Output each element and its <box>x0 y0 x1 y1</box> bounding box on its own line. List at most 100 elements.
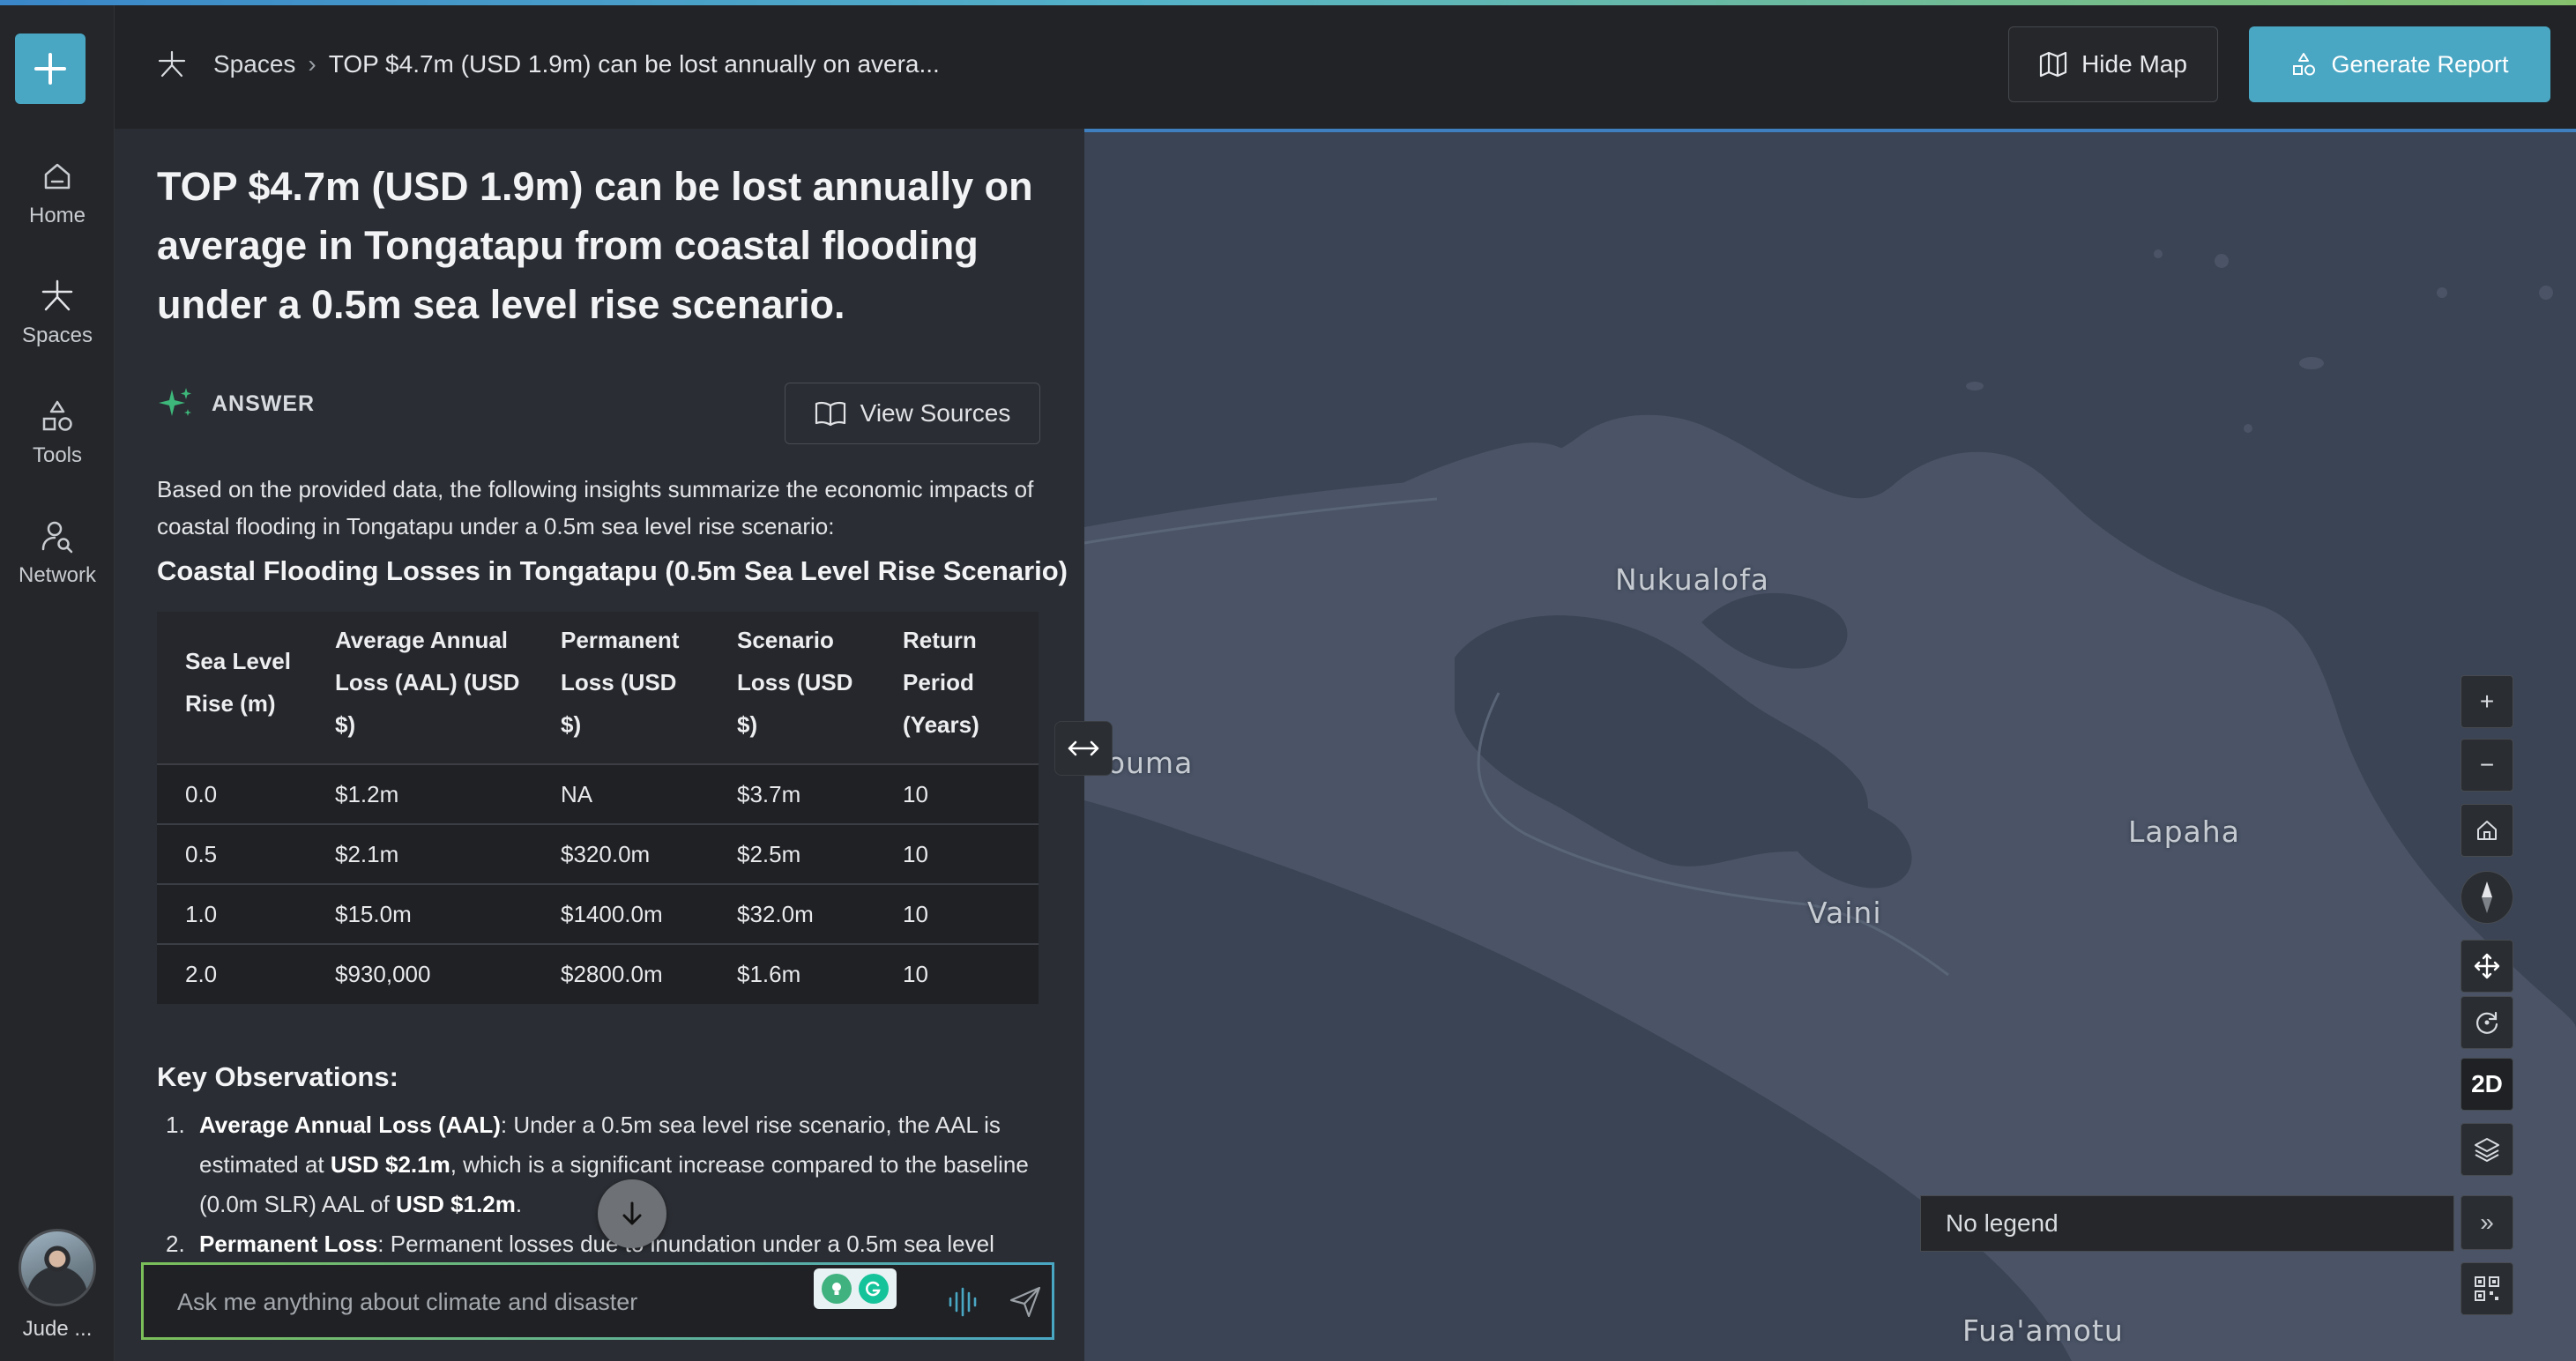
grammarly-icon[interactable] <box>859 1274 889 1304</box>
compass-icon <box>2482 881 2492 913</box>
voice-waveform-icon[interactable] <box>946 1284 979 1320</box>
column-header: Return Period (Years) <box>875 612 1039 764</box>
arrow-down-icon <box>622 1201 642 1225</box>
plus-icon <box>34 53 66 85</box>
shapes-icon <box>2293 53 2316 76</box>
question-title: TOP $4.7m (USD 1.9m) can be lost annuall… <box>157 164 1033 327</box>
hide-map-label: Hide Map <box>2081 50 2187 78</box>
sidebar-item-tools[interactable]: Tools <box>0 384 115 481</box>
sidebar-item-label: Tools <box>32 443 83 467</box>
legend-toggle-button[interactable]: » <box>2461 1195 2513 1250</box>
column-header: Sea Level Rise (m) <box>157 612 307 764</box>
chat-input[interactable]: Ask me anything about climate and disast… <box>177 1289 637 1316</box>
qr-code-button[interactable] <box>2461 1262 2513 1315</box>
sidebar-item-home[interactable]: Home <box>0 145 115 242</box>
map-icon <box>2039 51 2067 78</box>
table-cell: 2.0 <box>157 943 307 1004</box>
table-cell: $1.2m <box>307 763 532 824</box>
sidebar-item-label: Spaces <box>21 324 93 347</box>
table-cell: $3.7m <box>709 763 875 824</box>
user-name: Jude ... <box>22 1317 93 1341</box>
observation-text: : Permanent losses due to inundation und… <box>377 1231 994 1257</box>
home-icon <box>44 163 71 190</box>
panel-resize-handle[interactable] <box>1054 721 1113 776</box>
shapes-icon <box>42 400 72 431</box>
zoom-in-button[interactable]: + <box>2461 675 2513 728</box>
new-chat-button[interactable] <box>15 33 86 104</box>
rotate-icon <box>2475 1011 2498 1034</box>
table-cell: NA <box>532 763 709 824</box>
map-top-border <box>1084 129 2576 132</box>
book-icon <box>815 401 845 427</box>
asterisk-icon <box>41 279 73 311</box>
list-number: 1. <box>166 1112 185 1138</box>
answer-header: ANSWER <box>157 384 315 423</box>
table-cell: $930,000 <box>307 943 532 1004</box>
sidebar-item-network[interactable]: Network <box>0 504 115 601</box>
2d-mode-button[interactable]: 2D <box>2461 1058 2513 1111</box>
user-profile[interactable]: Jude ... <box>0 1229 115 1361</box>
table-cell: 10 <box>875 943 1039 1004</box>
map-label-lapaha: Lapaha <box>2128 814 2240 849</box>
sidebar-item-spaces[interactable]: Spaces <box>0 264 115 361</box>
observations-title: Key Observations: <box>157 1061 398 1092</box>
map-label-fuaamotu: Fua'amotu <box>1962 1313 2124 1348</box>
observation-value: USD $2.1m <box>330 1151 450 1178</box>
pan-button[interactable] <box>2461 940 2513 993</box>
table-cell: 1.0 <box>157 883 307 944</box>
user-search-icon <box>41 521 73 554</box>
answer-panel[interactable]: TOP $4.7m (USD 1.9m) can be lost annuall… <box>115 129 1084 1361</box>
home-view-button[interactable] <box>2461 804 2513 857</box>
map-view[interactable]: Nukualofa Houma Lapaha Vaini Fua'amotu +… <box>1084 129 2576 1361</box>
table-cell: 0.5 <box>157 823 307 884</box>
map-label-nukualofa: Nukualofa <box>1615 562 1770 597</box>
breadcrumb-separator: › <box>308 50 316 78</box>
table-cell: $320.0m <box>532 823 709 884</box>
observation-heading: Permanent Loss <box>199 1231 378 1257</box>
table-title: Coastal Flooding Losses in Tongatapu (0.… <box>157 555 1068 586</box>
observation-value: USD $1.2m <box>396 1191 516 1217</box>
top-header: Spaces › TOP $4.7m (USD 1.9m) can be los… <box>115 5 2576 129</box>
view-sources-label: View Sources <box>860 399 1011 427</box>
table-cell: 10 <box>875 763 1039 824</box>
list-number: 2. <box>166 1231 185 1257</box>
rotate-button[interactable] <box>2461 996 2513 1049</box>
extension-badges[interactable] <box>814 1268 897 1309</box>
scroll-to-bottom-button[interactable] <box>598 1179 666 1248</box>
move-icon <box>2474 953 2500 979</box>
table-cell: 10 <box>875 823 1039 884</box>
layers-button[interactable] <box>2461 1123 2513 1176</box>
chat-input-bar[interactable]: Ask me anything about climate and disast… <box>141 1262 1054 1340</box>
generate-report-label: Generate Report <box>2331 50 2509 78</box>
horizontal-resize-icon <box>1068 740 1099 756</box>
table-header-row: Sea Level Rise (m) Average Annual Loss (… <box>157 612 1039 764</box>
answer-intro: Based on the provided data, the followin… <box>157 476 1034 539</box>
table-cell: $32.0m <box>709 883 875 944</box>
table-cell: $15.0m <box>307 883 532 944</box>
column-header: Average Annual Loss (AAL) (USD $) <box>307 612 532 764</box>
losses-table: Sea Level Rise (m) Average Annual Loss (… <box>157 612 1039 1004</box>
home-icon <box>2477 821 2497 840</box>
table-cell: $2.5m <box>709 823 875 884</box>
zoom-out-button[interactable]: − <box>2461 739 2513 792</box>
sidebar-item-label: Home <box>28 204 86 227</box>
avatar[interactable] <box>19 1229 96 1306</box>
table-row: 1.0 $15.0m $1400.0m $32.0m 10 <box>157 883 1039 944</box>
hide-map-button[interactable]: Hide Map <box>2008 26 2218 102</box>
table-cell: $2.1m <box>307 823 532 884</box>
view-sources-button[interactable]: View Sources <box>785 383 1040 444</box>
column-header: Scenario Loss (USD $) <box>709 612 875 764</box>
table-row: 0.0 $1.2m NA $3.7m 10 <box>157 763 1039 824</box>
lightbulb-icon[interactable] <box>822 1274 852 1304</box>
breadcrumb-spaces-link[interactable]: Spaces <box>213 50 295 78</box>
generate-report-button[interactable]: Generate Report <box>2249 26 2550 102</box>
table-row: 2.0 $930,000 $2800.0m $1.6m 10 <box>157 943 1039 1004</box>
table-cell: $1400.0m <box>532 883 709 944</box>
sidebar-item-label: Network <box>18 563 97 587</box>
compass-button[interactable] <box>2461 871 2513 924</box>
table-row: 0.5 $2.1m $320.0m $2.5m 10 <box>157 823 1039 884</box>
table-cell: 0.0 <box>157 763 307 824</box>
send-icon[interactable] <box>1008 1284 1043 1320</box>
breadcrumb: Spaces › TOP $4.7m (USD 1.9m) can be los… <box>157 49 940 79</box>
breadcrumb-current: TOP $4.7m (USD 1.9m) can be lost annuall… <box>328 50 940 78</box>
